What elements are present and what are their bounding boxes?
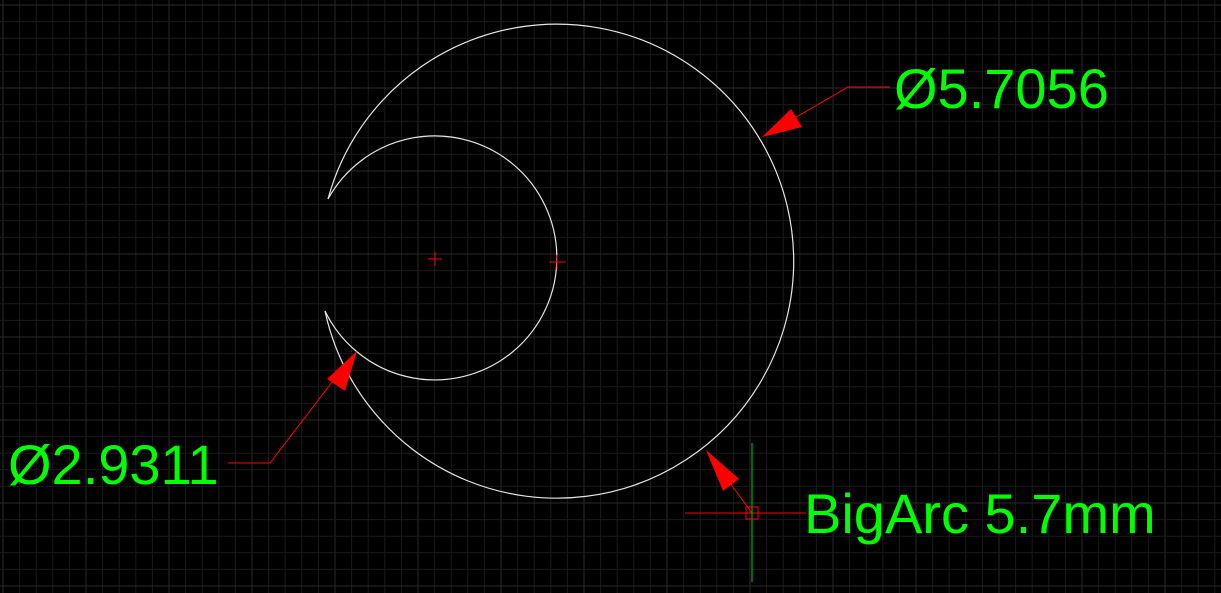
mleader-bigarc[interactable]: BigArc 5.7mm bbox=[706, 450, 1156, 545]
small-arc-quadrant-mark bbox=[549, 255, 566, 269]
dimension-small-arc[interactable]: Ø2.9311 bbox=[8, 351, 357, 496]
crosshair-cursor bbox=[685, 443, 806, 582]
mleader-text: BigArc 5.7mm bbox=[804, 482, 1156, 545]
big-arc[interactable] bbox=[324, 23, 795, 499]
mleader-arrowhead bbox=[706, 450, 739, 491]
geometry-layer bbox=[324, 23, 795, 499]
small-arc[interactable] bbox=[324, 135, 558, 381]
dimension-arrowhead bbox=[327, 351, 357, 391]
drawing-canvas[interactable]: Ø5.7056 Ø2.9311 BigArc 5.7mm bbox=[0, 0, 1221, 593]
model-space[interactable]: Ø5.7056 Ø2.9311 BigArc 5.7mm bbox=[0, 0, 1221, 593]
dimension-big-arc[interactable]: Ø5.7056 bbox=[762, 57, 1109, 137]
dimension-arrowhead bbox=[762, 109, 802, 137]
dimension-text-big-arc: Ø5.7056 bbox=[894, 57, 1109, 120]
dimension-text-small-arc: Ø2.9311 bbox=[8, 433, 219, 496]
